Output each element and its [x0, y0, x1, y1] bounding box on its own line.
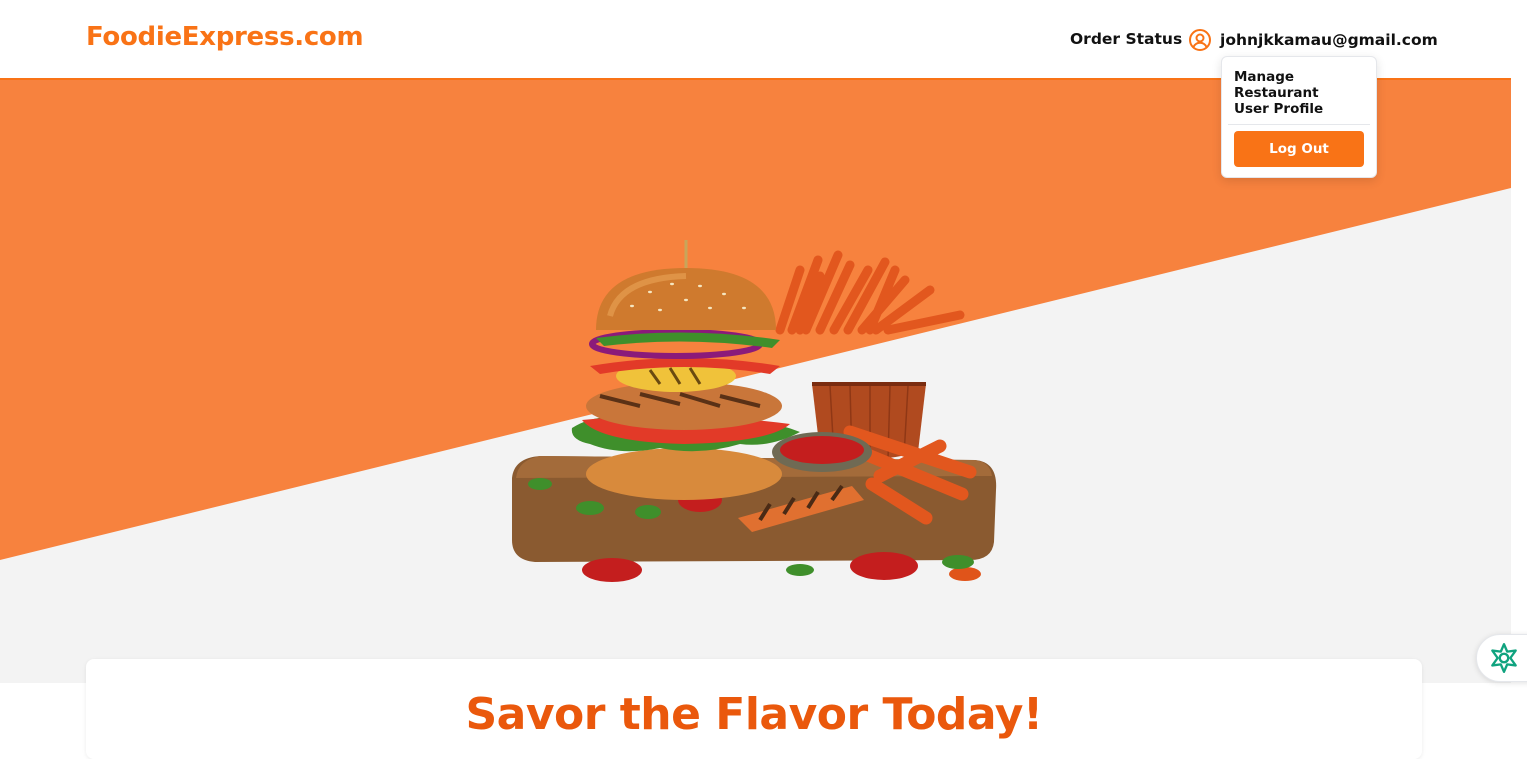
hero-title: Savor the Flavor Today!: [465, 689, 1043, 740]
ai-assistant-icon: [1491, 643, 1517, 673]
user-profile-link[interactable]: User Profile: [1234, 101, 1323, 117]
hero-card: Savor the Flavor Today!: [86, 659, 1422, 759]
user-dropdown-menu: Manage Restaurant User Profile Log Out: [1221, 56, 1377, 178]
log-out-button[interactable]: Log Out: [1234, 131, 1364, 167]
manage-restaurant-link[interactable]: Manage Restaurant: [1234, 69, 1376, 101]
ai-assistant-button[interactable]: [1476, 634, 1527, 682]
dropdown-divider: [1228, 124, 1370, 125]
user-menu-button[interactable]: johnjkkamau@gmail.com: [1188, 27, 1438, 53]
user-circle-icon: [1189, 29, 1211, 51]
site-logo[interactable]: FoodieExpress.com: [86, 22, 364, 52]
user-email: johnjkkamau@gmail.com: [1220, 31, 1438, 49]
order-status-link[interactable]: Order Status: [1070, 30, 1182, 48]
